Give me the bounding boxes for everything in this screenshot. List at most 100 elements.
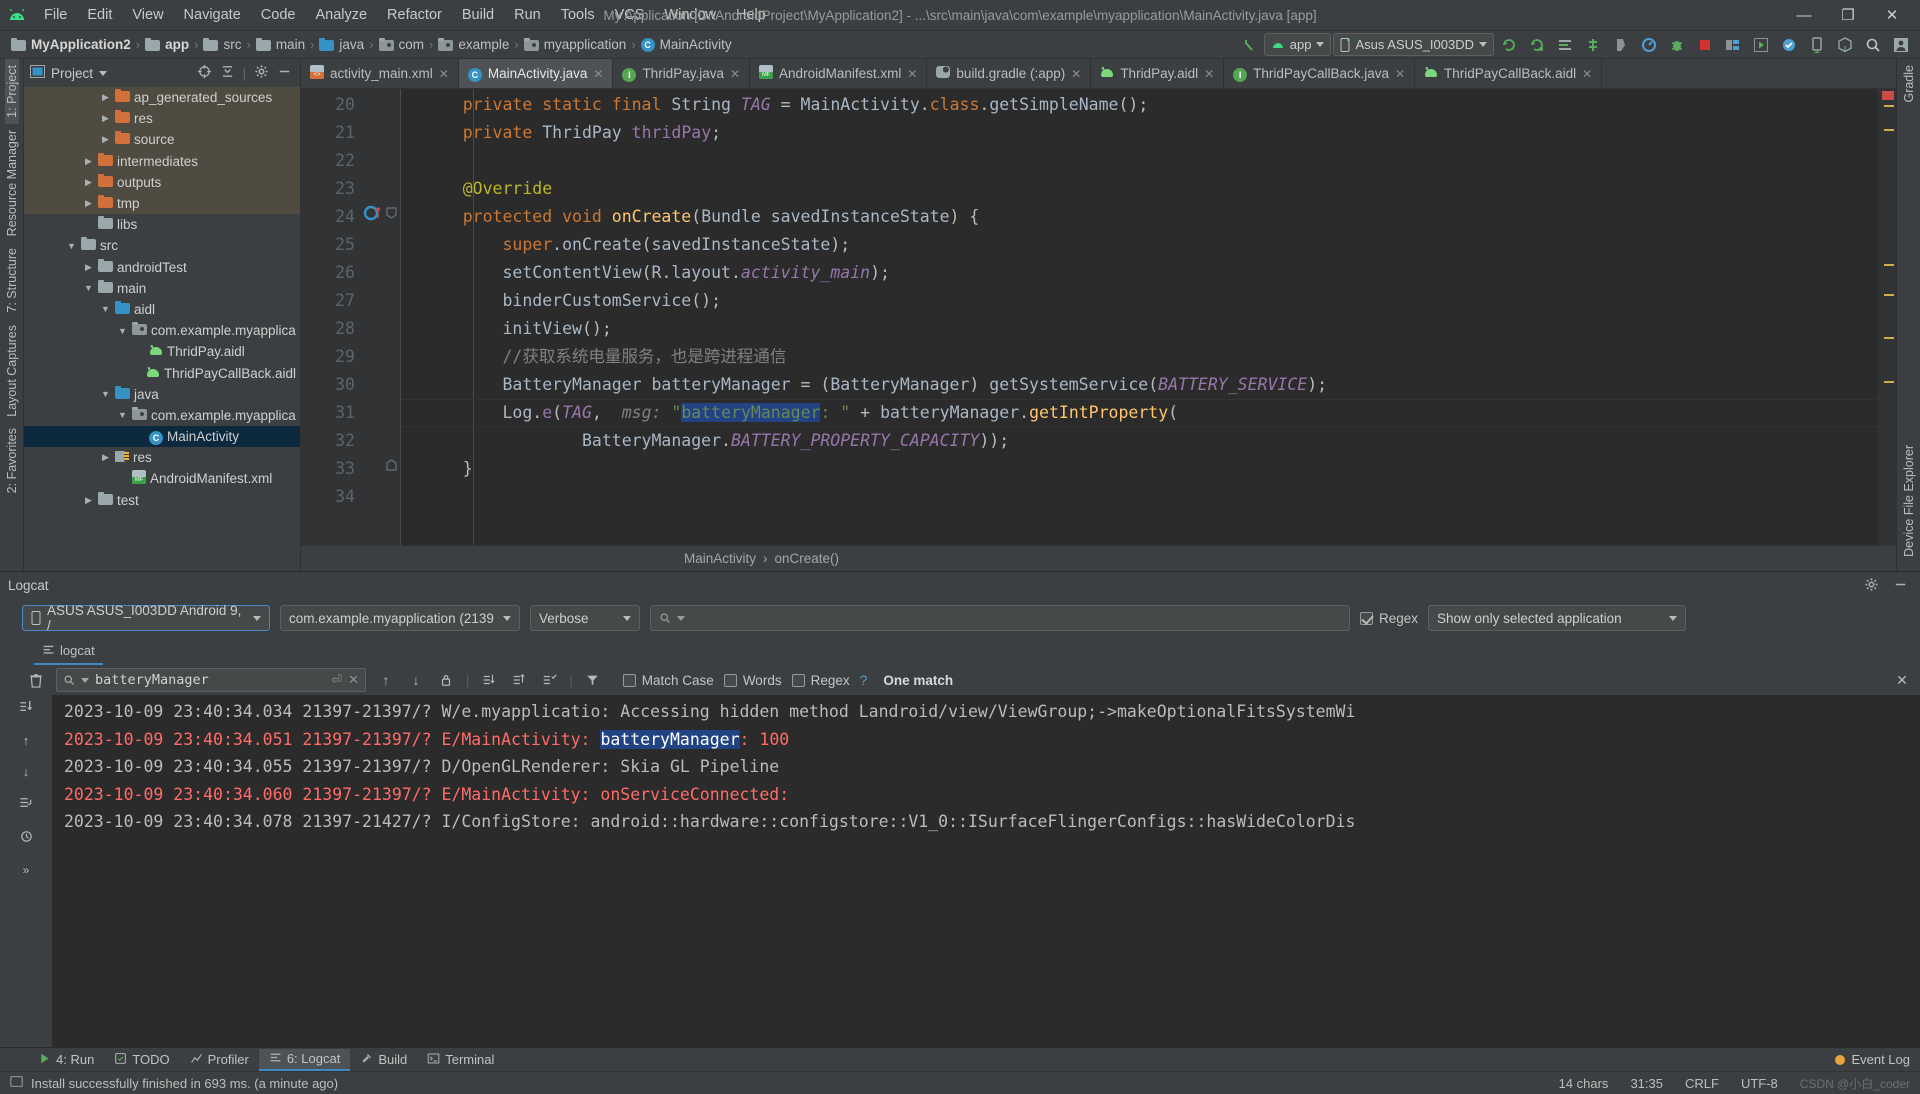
code-line-33[interactable]: }	[401, 455, 1878, 483]
help-icon[interactable]: ?	[860, 672, 868, 688]
tree-node-tmp[interactable]: ▶ tmp	[24, 192, 300, 215]
rail-item-device-file-explorer[interactable]: Device File Explorer	[1902, 439, 1916, 563]
logcat-regex-checkbox[interactable]: Regex	[1360, 611, 1418, 626]
chevron-right-icon[interactable]: ▶	[100, 113, 111, 124]
line-number-30[interactable]: 30	[301, 371, 401, 399]
menu-bar[interactable]: File Edit View Navigate Code Analyze Ref…	[34, 3, 776, 27]
status-caret-position[interactable]: 31:35	[1630, 1076, 1663, 1091]
tree-node-mainactivity[interactable]: C MainActivity	[24, 426, 300, 448]
line-number-32[interactable]: 32	[301, 427, 401, 455]
tool-window-todo[interactable]: TODO	[104, 1050, 179, 1070]
breadcrumb-item-mainactivity[interactable]: C MainActivity	[638, 35, 735, 54]
stop-icon[interactable]	[1692, 33, 1718, 57]
close-tab-icon[interactable]: ✕	[1071, 67, 1081, 81]
tree-node-res[interactable]: ▶ res	[24, 108, 300, 130]
editor-body[interactable]: 20 21 22 23 24 25 26 27 28 29 30 31 32 33 34 private s…	[301, 89, 1896, 545]
menu-item-tools[interactable]: Tools	[551, 3, 605, 27]
close-tab-icon[interactable]: ✕	[907, 67, 917, 81]
target-icon[interactable]	[197, 64, 212, 82]
breadcrumb-item-src[interactable]: src	[200, 35, 244, 54]
chevron-down-icon[interactable]: ▼	[117, 410, 128, 420]
breadcrumb-item-example[interactable]: example	[435, 35, 512, 54]
logcat-line[interactable]: 2023-10-09 23:40:34.034 21397-21397/? W/…	[52, 698, 1920, 726]
editor-tab-thridpay-aidl[interactable]: ThridPay.aidl ✕	[1091, 59, 1225, 88]
chevron-down-icon[interactable]: ▼	[100, 389, 111, 399]
line-number-29[interactable]: 29	[301, 343, 401, 371]
profiler-icon[interactable]	[1636, 33, 1662, 57]
tree-node-androidmanifest-xml[interactable]: AndroidManifest.xml	[24, 468, 300, 489]
clear-log-icon[interactable]	[26, 669, 46, 691]
logcat-scope-selector[interactable]: Show only selected application	[1428, 605, 1687, 631]
tool-window-4-run[interactable]: 4: Run	[28, 1050, 104, 1070]
code-line-29[interactable]: //获取系统电量服务，也是跨进程通信	[401, 343, 1878, 371]
tree-node-test[interactable]: ▶ test	[24, 490, 300, 511]
logcat-subtab-logcat[interactable]: logcat	[34, 640, 103, 665]
tree-node-java[interactable]: ▼ java	[24, 384, 300, 405]
find-previous-icon[interactable]: ↑	[376, 669, 396, 691]
words-checkbox[interactable]: Words	[723, 673, 782, 688]
breadcrumb-item-java[interactable]: java	[316, 35, 367, 54]
menu-item-file[interactable]: File	[34, 3, 77, 27]
override-marker-icon[interactable]	[363, 203, 397, 231]
breadcrumb-item-app[interactable]: app	[142, 35, 192, 54]
rail-item-favorites[interactable]: 2: Favorites	[5, 422, 19, 499]
chevron-down-icon[interactable]: ▼	[117, 326, 128, 336]
gear-icon[interactable]	[1864, 577, 1879, 595]
hide-icon[interactable]	[277, 64, 292, 82]
logcat-output[interactable]: ↑ ↓ » 2023-10-09 23:40:34.034 21397-2139…	[0, 695, 1920, 1047]
back-arrow-icon[interactable]	[1236, 33, 1262, 57]
close-tab-icon[interactable]: ✕	[1204, 67, 1214, 81]
tree-node-libs[interactable]: libs	[24, 214, 300, 235]
line-number-28[interactable]: 28	[301, 315, 401, 343]
chevron-right-icon[interactable]: ▶	[83, 198, 94, 209]
line-number-22[interactable]: 22	[301, 147, 401, 175]
logcat-subtabs[interactable]: logcat	[0, 637, 1920, 665]
attach-debugger-icon[interactable]	[1664, 33, 1690, 57]
error-stripe-gutter[interactable]	[1878, 89, 1896, 545]
line-number-gutter[interactable]: 20 21 22 23 24 25 26 27 28 29 30 31 32 33 34	[301, 89, 401, 545]
line-number-25[interactable]: 25	[301, 231, 401, 259]
tree-node-thridpaycallback-aidl[interactable]: ThridPayCallBack.aidl	[24, 362, 300, 383]
code-line-25[interactable]: super.onCreate(savedInstanceState);	[401, 231, 1878, 259]
soft-wrap-toggle-icon[interactable]	[18, 795, 34, 813]
tree-node-aidl[interactable]: ▼ aidl	[24, 299, 300, 320]
tree-node-src[interactable]: ▼ src	[24, 235, 300, 256]
rail-item-project[interactable]: 1: Project	[4, 59, 19, 124]
settings-icon[interactable]	[19, 829, 34, 847]
code-line-30[interactable]: BatteryManager batteryManager = (Battery…	[401, 371, 1878, 399]
tree-node-main[interactable]: ▼ main	[24, 278, 300, 299]
editor-tab-thridpay-java[interactable]: I ThridPay.java ✕	[613, 59, 751, 88]
menu-item-vcs[interactable]: VCS	[605, 3, 655, 27]
logcat-line[interactable]: 2023-10-09 23:40:34.051 21397-21397/? E/…	[52, 726, 1920, 754]
editor-breadcrumb-class[interactable]: MainActivity	[684, 551, 756, 566]
close-tab-icon[interactable]: ✕	[439, 67, 449, 81]
filter-lock-icon[interactable]	[436, 669, 456, 691]
logcat-search-input[interactable]	[650, 605, 1350, 631]
hide-icon[interactable]	[1893, 577, 1908, 595]
event-log-button[interactable]: Event Log	[1835, 1052, 1920, 1067]
menu-item-help[interactable]: Help	[726, 3, 776, 27]
line-number-27[interactable]: 27	[301, 287, 401, 315]
tool-window-profiler[interactable]: Profiler	[180, 1050, 259, 1070]
logcat-find-input[interactable]: batteryManager ⏎ ✕	[56, 668, 366, 692]
rail-item-gradle[interactable]: Gradle	[1902, 59, 1916, 109]
breadcrumb-item-main[interactable]: main	[253, 35, 308, 54]
chevron-right-icon[interactable]: ▶	[83, 177, 94, 188]
close-tab-icon[interactable]: ✕	[1582, 67, 1592, 81]
right-tool-rail[interactable]: Gradle Device File Explorer	[1896, 59, 1920, 571]
logcat-filter-row[interactable]: ASUS ASUS_I003DD Android 9, / com.exampl…	[0, 599, 1920, 637]
chevron-right-icon[interactable]: ▶	[100, 92, 111, 103]
tree-node-com-example-myapplica[interactable]: ▼ com.example.myapplica	[24, 320, 300, 341]
status-line-separator[interactable]: CRLF	[1685, 1076, 1719, 1091]
logcat-line[interactable]: 2023-10-09 23:40:34.060 21397-21397/? E/…	[52, 781, 1920, 809]
editor-breadcrumb-method[interactable]: onCreate()	[775, 551, 840, 566]
build-icon[interactable]	[1832, 33, 1858, 57]
editor-tabs[interactable]: activity_main.xml ✕ C MainActivity.java ✕ I Th…	[301, 59, 1896, 89]
line-number-23[interactable]: 23	[301, 175, 401, 203]
tree-node-intermediates[interactable]: ▶ intermediates	[24, 150, 300, 172]
chevron-down-icon[interactable]	[99, 70, 108, 76]
match-case-checkbox[interactable]: Match Case	[622, 673, 714, 688]
line-number-24[interactable]: 24	[301, 203, 401, 231]
tree-node-res[interactable]: ▶ res	[24, 447, 300, 468]
chevron-down-icon[interactable]: ▼	[66, 241, 77, 251]
